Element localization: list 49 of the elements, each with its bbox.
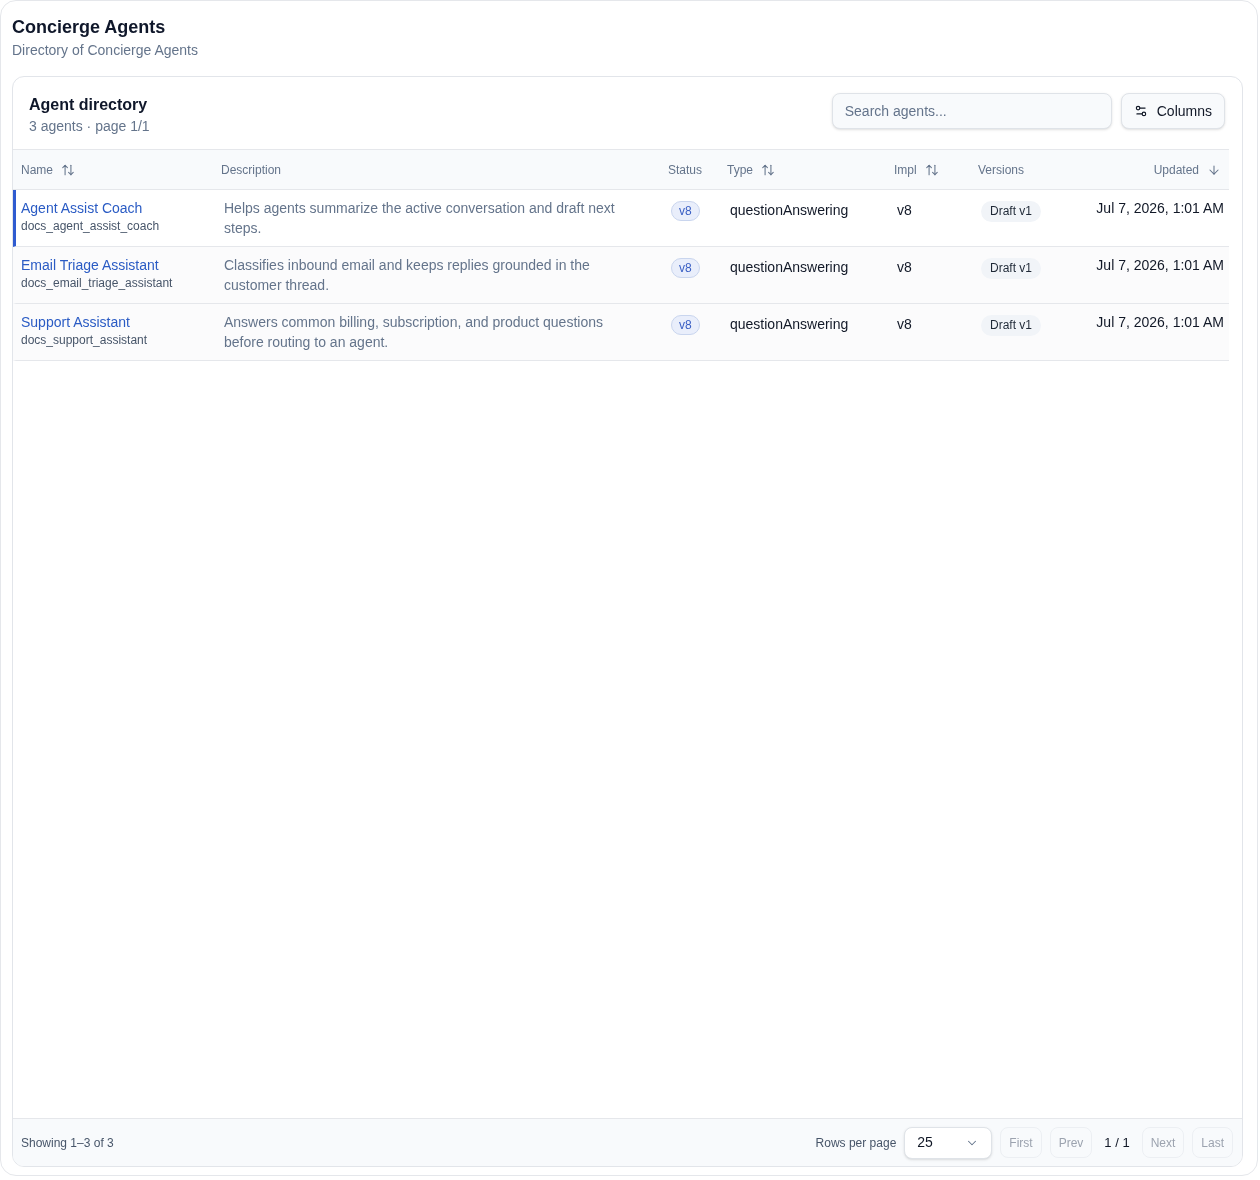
agent-description: Classifies inbound email and keeps replies grounded in the customer thread. <box>224 256 591 295</box>
sort-icon <box>761 162 775 177</box>
agent-name-link[interactable]: Agent Assist Coach <box>21 198 143 218</box>
agent-description: Helps agents summarize the active conversation and draft next steps. <box>224 199 616 238</box>
draft-version-badge: Draft v1 <box>981 257 1041 279</box>
rows-per-page-select[interactable]: 25 <box>904 1126 993 1159</box>
agent-type: questionAnswering <box>730 259 849 275</box>
sliders-icon <box>1133 104 1148 118</box>
sort-icon <box>924 162 939 177</box>
rows-per-page-label: Rows per page <box>815 1134 897 1152</box>
draft-version-badge: Draft v1 <box>981 200 1041 222</box>
column-header: Versions <box>978 161 1025 179</box>
sort-icon <box>61 162 75 177</box>
updated-date: Jul 7, 2026, 1:01 AM <box>1096 313 1224 332</box>
column-header-button[interactable]: Impl <box>894 160 939 179</box>
column-header: Status <box>668 161 703 179</box>
agent-name-link[interactable]: Support Assistant <box>21 312 130 332</box>
page-indicator: 1 / 1 <box>1103 1133 1131 1152</box>
column-header-button[interactable]: Updated <box>1153 160 1221 179</box>
impl-version: v8 <box>897 202 912 218</box>
agent-id: docs_support_assistant <box>21 332 148 348</box>
column-header: Description <box>221 161 282 179</box>
sort-descending-icon <box>1207 162 1221 177</box>
table-row[interactable]: Email Triage Assistant docs_email_triage_assistant Classifies inbound email and keeps replies grounded in the customer thread. v8 questionAnswering v8 Draft v1 Jul 7, 2026, 1:01 AM <box>13 247 1229 304</box>
agent-count-summary: 3 agents · page 1/1 <box>29 117 150 135</box>
version-badge: v8 <box>671 258 700 278</box>
agent-type: questionAnswering <box>730 202 849 218</box>
table-row[interactable]: Agent Assist Coach docs_agent_assist_coach Helps agents summarize the active conversation and draft next steps. v8 questionAnswering v8 Draft v1 Jul 7, 2026, 1:01 AM <box>13 190 1229 247</box>
card-title: Agent directory <box>29 95 148 115</box>
version-badge: v8 <box>671 315 700 335</box>
agent-id: docs_email_triage_assistant <box>21 275 173 291</box>
search-field[interactable]: Search agents... <box>831 93 1112 129</box>
table-row[interactable]: Support Assistant docs_support_assistant Answers common billing, subscription, and product questions before routing to an agent. v8 questionAnswering v8 Draft v1 Jul 7, 2026, 1:01 AM <box>13 304 1229 361</box>
draft-version-badge: Draft v1 <box>981 314 1041 336</box>
impl-version: v8 <box>897 316 912 332</box>
agent-description: Answers common billing, subscription, and product questions before routing to an agent. <box>224 313 604 352</box>
agent-name-link[interactable]: Email Triage Assistant <box>21 255 159 275</box>
agent-type: questionAnswering <box>730 316 849 332</box>
updated-date: Jul 7, 2026, 1:01 AM <box>1096 256 1224 275</box>
column-header-button[interactable]: Type <box>727 160 775 179</box>
version-badge: v8 <box>671 201 700 221</box>
updated-date: Jul 7, 2026, 1:01 AM <box>1096 199 1224 218</box>
showing-count: Showing 1–3 of 3 <box>21 1134 114 1152</box>
agent-id: docs_agent_assist_coach <box>21 218 160 234</box>
impl-version: v8 <box>897 259 912 275</box>
columns-button[interactable]: Columns <box>1120 93 1225 129</box>
page-title: Concierge Agents <box>12 16 166 38</box>
page-subtitle: Directory of Concierge Agents <box>12 41 198 59</box>
column-header-button[interactable]: Name <box>21 160 75 179</box>
